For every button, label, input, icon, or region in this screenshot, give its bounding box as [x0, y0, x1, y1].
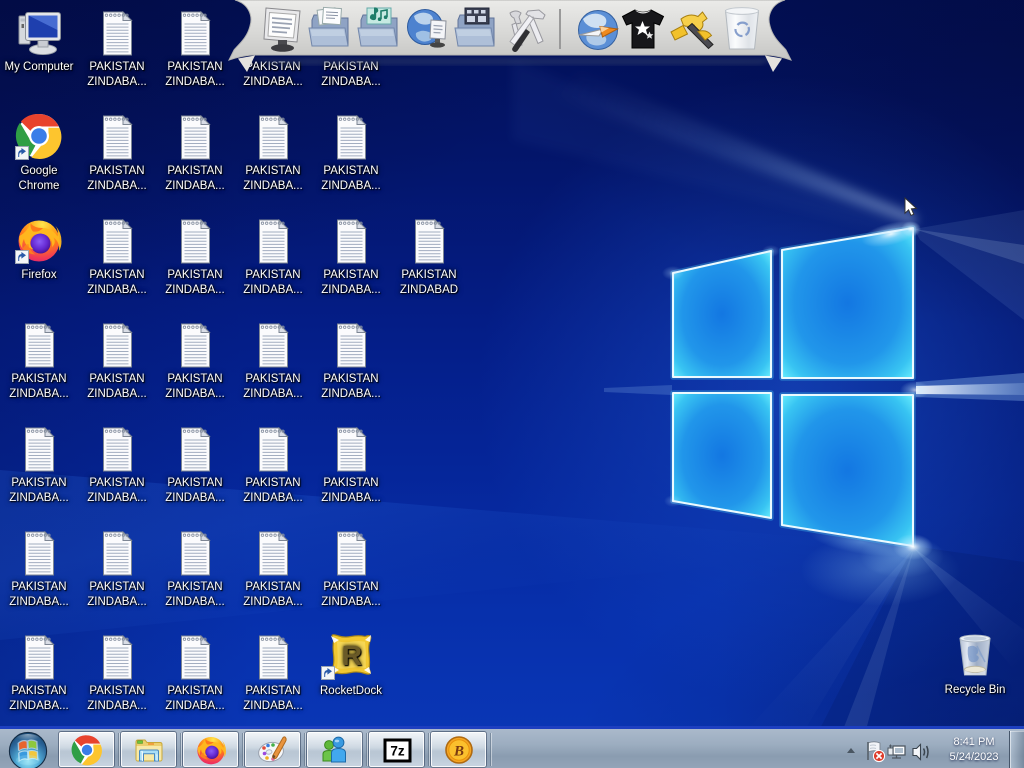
- svg-text:7z: 7z: [390, 743, 405, 758]
- svg-text:R: R: [342, 640, 362, 671]
- svg-text:B: B: [452, 743, 463, 759]
